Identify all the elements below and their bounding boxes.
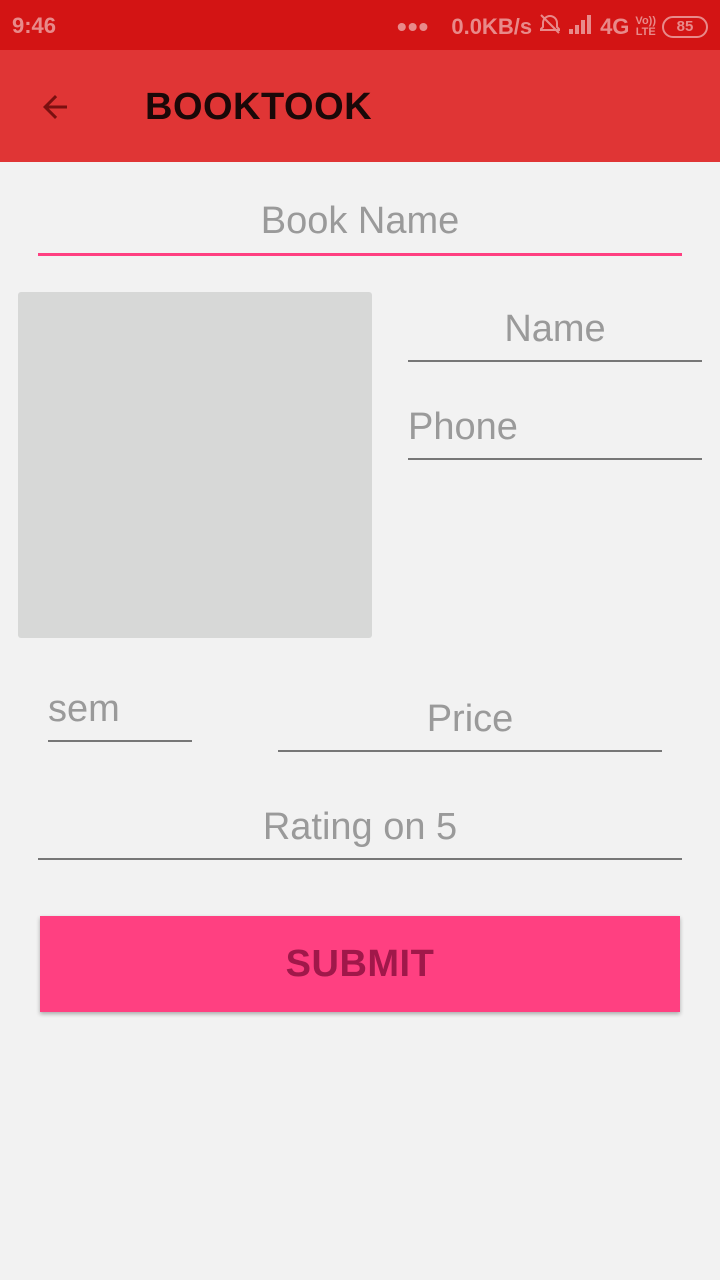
name-underline bbox=[408, 360, 702, 362]
volte-icon: Vo)) LTE bbox=[635, 15, 656, 38]
name-placeholder: Name bbox=[504, 308, 606, 350]
signal-icon bbox=[568, 13, 594, 41]
book-name-underline bbox=[38, 253, 682, 256]
phone-input[interactable]: Phone bbox=[408, 402, 702, 460]
phone-underline bbox=[408, 458, 702, 460]
network-speed: 0.0KB/s bbox=[451, 14, 533, 39]
name-input[interactable]: Name bbox=[408, 304, 702, 362]
alarm-off-icon bbox=[538, 12, 562, 42]
price-placeholder: Price bbox=[426, 698, 514, 740]
battery-icon: 85 bbox=[662, 16, 708, 38]
book-name-placeholder: Book Name bbox=[260, 200, 460, 242]
rating-placeholder: Rating on 5 bbox=[262, 806, 458, 848]
sem-placeholder: sem bbox=[48, 688, 120, 730]
arrow-back-icon bbox=[43, 95, 67, 119]
price-underline bbox=[278, 750, 662, 752]
phone-placeholder: Phone bbox=[408, 406, 518, 448]
price-input[interactable]: Price bbox=[278, 694, 662, 752]
app-bar: BOOKTOOK bbox=[0, 50, 720, 162]
status-bar: 9:46 ••• 0.0KB/s 4G Vo)) LTE 85 bbox=[0, 0, 720, 50]
rating-underline bbox=[38, 858, 682, 860]
rating-input[interactable]: Rating on 5 bbox=[38, 802, 682, 860]
book-name-input[interactable]: Book Name bbox=[38, 196, 682, 256]
back-button[interactable] bbox=[30, 82, 80, 132]
book-image-placeholder[interactable] bbox=[18, 292, 372, 638]
sem-underline bbox=[48, 740, 192, 742]
more-dots-icon: ••• bbox=[396, 11, 430, 42]
sem-input[interactable]: sem bbox=[48, 684, 192, 742]
app-title: BOOKTOOK bbox=[145, 86, 373, 128]
submit-button[interactable]: SUBMIT bbox=[40, 916, 680, 1012]
network-type: 4G bbox=[600, 14, 630, 39]
status-icons: ••• 0.0KB/s 4G Vo)) LTE 85 bbox=[397, 12, 708, 42]
status-time: 9:46 bbox=[12, 13, 57, 38]
